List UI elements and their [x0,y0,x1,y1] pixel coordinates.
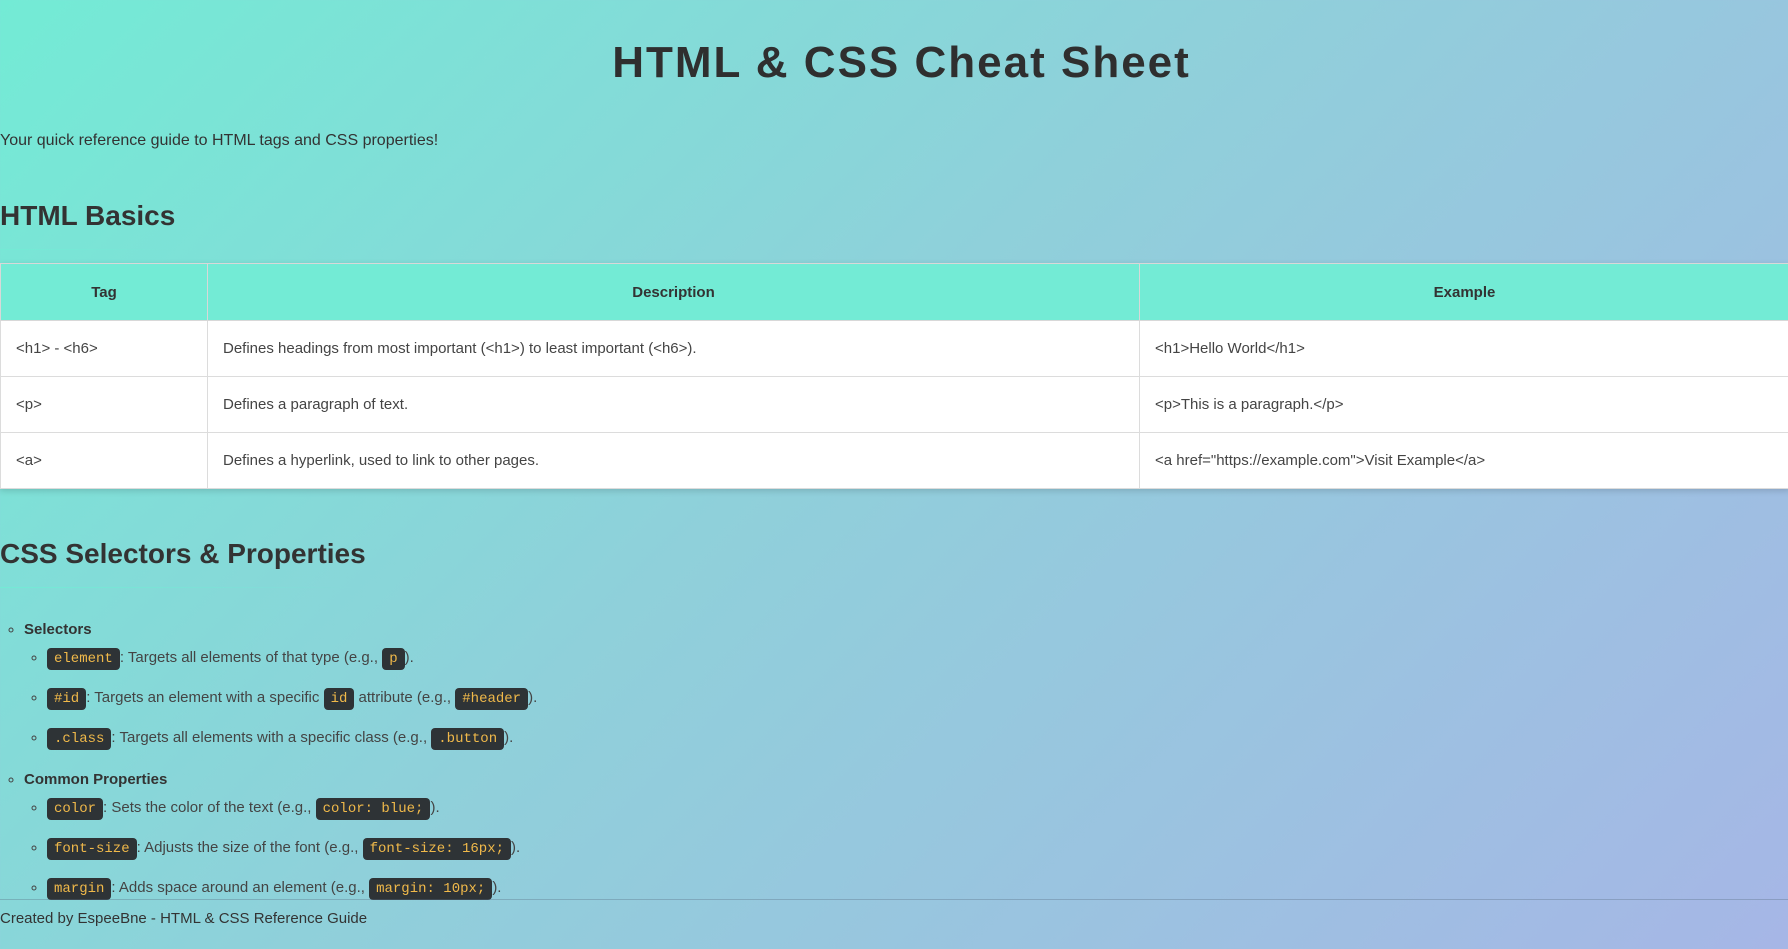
item-text: ). [492,879,502,896]
footer-text: Created by EspeeBne - HTML & CSS Referen… [0,910,368,927]
code-snippet: #id [47,688,87,710]
html-basics-underline [0,249,170,250]
item-text: : Targets all elements of that type (e.g… [119,649,383,666]
list-item: #id: Targets an element with a specific … [47,684,537,724]
html-basics-heading: HTML Basics [0,200,176,231]
code-snippet: margin [47,878,112,900]
code-snippet: element [47,648,120,670]
item-text: : Sets the color of the text (e.g., [103,799,316,816]
code-snippet: #header [455,688,529,710]
properties-list: color: Sets the color of the text (e.g.,… [24,794,537,914]
example-cell: <p>This is a paragraph.</p> [1139,376,1788,433]
tag-cell: <h1> - <h6> [0,320,208,377]
column-header-tag: Tag [0,263,208,321]
selectors-list: element: Targets all elements of that ty… [24,644,537,764]
list-item: .class: Targets all elements with a spec… [47,724,537,764]
properties-label: Common Properties [24,771,168,788]
selectors-label: Selectors [24,621,92,638]
column-header-description: Description [207,263,1140,321]
list-item: element: Targets all elements of that ty… [47,644,537,684]
code-snippet: p [382,648,405,670]
code-snippet: color: blue; [315,798,431,820]
code-snippet: color [47,798,104,820]
example-cell: <a href="https://example.com">Visit Exam… [1139,432,1788,489]
item-text: : Adds space around an element (e.g., [111,879,370,896]
table-header-row: Tag Description Example [0,263,1788,321]
code-snippet: margin: 10px; [369,878,493,900]
code-snippet: font-size [47,838,137,860]
table-row: <h1> - <h6> Defines headings from most i… [0,320,1788,377]
item-text: attribute (e.g., [354,689,456,706]
tag-cell: <p> [0,376,208,433]
list-item: font-size: Adjusts the size of the font … [47,834,537,874]
css-heading: CSS Selectors & Properties [0,538,366,569]
item-text: ). [404,649,414,666]
code-snippet: .button [431,728,505,750]
item-text: ). [511,839,521,856]
code-snippet: .class [47,728,112,750]
code-snippet: font-size: 16px; [362,838,512,860]
column-header-example: Example [1139,263,1788,321]
description-cell: Defines headings from most important (<h… [207,320,1140,377]
table-row: <p> Defines a paragraph of text. <p>This… [0,376,1788,433]
item-text: ). [504,729,514,746]
description-cell: Defines a paragraph of text. [207,376,1140,433]
page-subtitle: Your quick reference guide to HTML tags … [0,132,439,149]
table-row: <a> Defines a hyperlink, used to link to… [0,432,1788,489]
list-item: color: Sets the color of the text (e.g.,… [47,794,537,834]
properties-group: Common Properties color: Sets the color … [24,770,537,914]
list-item: margin: Adds space around an element (e.… [47,874,537,914]
css-reference-list: Selectors element: Targets all elements … [0,620,537,920]
tag-cell: <a> [0,432,208,489]
page-title: HTML & CSS Cheat Sheet [612,38,1191,87]
item-text: ). [528,689,538,706]
description-cell: Defines a hyperlink, used to link to oth… [207,432,1140,489]
footer-divider [0,899,1788,900]
item-text: : Adjusts the size of the font (e.g., [136,839,363,856]
code-snippet: id [323,688,355,710]
item-text: ). [430,799,440,816]
html-basics-table: Tag Description Example <h1> - <h6> Defi… [0,263,1788,489]
item-text: : Targets all elements with a specific c… [111,729,432,746]
item-text: : Targets an element with a specific [86,689,324,706]
css-heading-underline [0,587,356,588]
example-cell: <h1>Hello World</h1> [1139,320,1788,377]
selectors-group: Selectors element: Targets all elements … [24,620,537,764]
